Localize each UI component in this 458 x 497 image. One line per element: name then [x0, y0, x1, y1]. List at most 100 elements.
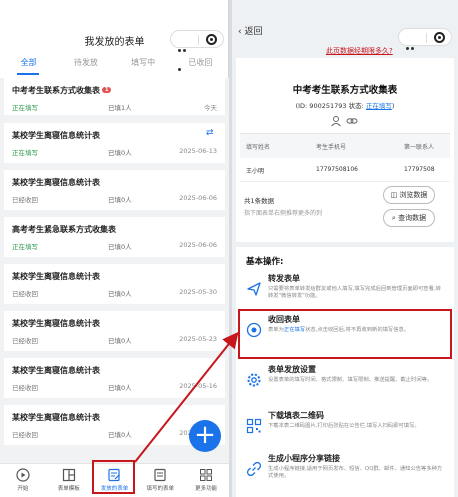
form-list: 中考考生联系方式收集表 1 正在填写 已填1人 今天 某校学生离寝信息统计表 ⇄ … [0, 78, 229, 463]
fill-count: 已填0人 [108, 337, 132, 345]
op-title: 转发表单 [268, 274, 300, 283]
highlight-box-nav [92, 460, 135, 494]
fill-count: 已填0人 [108, 149, 132, 157]
basic-operations-card: 基本操作: 转发表单 只需要将表单转发给群友或他人填写,填写完成后回到管理页面即… [236, 247, 454, 497]
template-icon [62, 468, 75, 482]
fill-count: 已填0人 [108, 243, 132, 251]
form-date: 2025-05-23 [179, 335, 217, 343]
browse-data-button[interactable]: ◫ 浏览数据 [383, 186, 435, 204]
search-icon: ⌕ [391, 214, 396, 222]
op-title: 下载填表二维码 [268, 411, 324, 420]
status-badge: 正在填写 [12, 243, 38, 251]
right-navbar: ‹ 返回 [232, 22, 458, 69]
op-desc: 只需要将表单转发给群友或他人填写,填写完成后回到管理页面即可查看,转转发"微信转… [268, 286, 441, 299]
form-card[interactable]: 某校学生离寝信息统计表 ⇄ 正在填写 已填0人 2025-06-13 [4, 123, 225, 163]
query-data-button[interactable]: ⌕ 查询数据 [383, 209, 435, 227]
form-date: 2025-06-06 [179, 194, 217, 202]
form-title: 中考考生联系方式收集表 [292, 85, 398, 96]
form-name: 某校学生离寝信息统计表 [12, 178, 100, 187]
back-button[interactable]: ‹ 返回 [238, 24, 262, 37]
more-icon[interactable] [406, 35, 420, 69]
form-name: 某校学生离寝信息统计表 [12, 319, 100, 328]
data-table: 填写姓名 考生手机号 第一联系人 王小明 17797508106 1779750… [240, 133, 450, 182]
form-card[interactable]: 高考考生紧急联系方式收集表 正在填写 已填0人 2025-06-06 [4, 217, 225, 257]
qrcode-icon [246, 418, 262, 434]
browse-label: 浏览数据 [399, 191, 428, 199]
nav-label: 开始 [17, 486, 29, 492]
status-badge: 正在填写 [12, 104, 38, 112]
tab-filling[interactable]: 填写中 [115, 57, 172, 75]
nav-label: 表单模板 [57, 486, 80, 492]
new-count-badge: 1 [102, 87, 112, 93]
screenshot-root: 我发放的表单 全部 待发放 填写中 已收回 中考考生联系方式收集表 1 正在填写 … [0, 0, 458, 497]
op-desc: 设置表单的填写时间、格式限制、填写限制、推送提醒、截止时间等。 [268, 377, 433, 383]
form-date: 2025-06-06 [179, 241, 217, 249]
form-name: 某校学生离寝信息统计表 [12, 272, 100, 281]
form-list-screen: 我发放的表单 全部 待发放 填写中 已收回 中考考生联系方式收集表 1 正在填写 … [0, 0, 229, 497]
add-form-button[interactable]: + [189, 420, 221, 452]
status-badge: 已经收回 [12, 384, 38, 392]
table-header-cell: 考生手机号 [316, 144, 347, 151]
link-icon [346, 118, 358, 124]
form-card[interactable]: 某校学生离寝信息统计表 已经收回 已填0人 2025-06-06 [4, 170, 225, 210]
status-badge: 已经收回 [12, 196, 38, 204]
fill-count: 已填0人 [108, 384, 132, 392]
table-header-cell: 填写姓名 [246, 144, 271, 151]
sync-icon[interactable]: ⇄ [206, 129, 217, 138]
total-count: 共1条数据 [244, 197, 275, 205]
status-badge: 正在填写 [12, 149, 38, 157]
form-card[interactable]: 某校学生离寝信息统计表 已经收回 已填0人 2025-05-23 [4, 311, 225, 351]
fill-count: 已填1人 [108, 104, 132, 112]
link-icon [246, 461, 262, 477]
back-label: 返回 [244, 27, 263, 37]
form-date: 2025-05-30 [179, 288, 217, 296]
active-tab-indicator [17, 73, 39, 75]
op-share-link[interactable]: 生成小程序分享链接 生成小程序链接,适用于网页发布、短信、QQ群、邮件、通知公告… [246, 453, 446, 497]
form-date: 2025-05-16 [179, 382, 217, 390]
operations-title: 基本操作: [246, 257, 284, 267]
fill-count: 已填0人 [108, 431, 132, 439]
form-manage-screen: ‹ 返回 此页数据经期限多久? 中考考生联系方式收集表 (ID: 9002517… [232, 0, 458, 497]
close-target-icon[interactable] [434, 32, 445, 43]
form-state-link[interactable]: 正在填写 [366, 102, 392, 110]
highlight-box-recall [238, 309, 452, 359]
form-name: 某校学生离寝信息统计表 [12, 131, 100, 140]
form-name: 高考考生紧急联系方式收集表 [12, 225, 116, 234]
op-download-qrcode[interactable]: 下载填表二维码 下载本表二维码图片,打印后张贴在公告栏,填写人扫码即可填写。 [246, 410, 446, 456]
form-id-line: (ID: 900251793 状态: 正在填写) [295, 102, 395, 110]
nav-start[interactable]: 开始 [0, 464, 46, 497]
owner-icons [331, 116, 358, 127]
nav-templates[interactable]: 表单模板 [46, 464, 92, 497]
gear-icon [247, 373, 261, 387]
op-desc: 下载本表二维码图片,打印后张贴在公告栏,填写人扫码即可填写。 [268, 423, 420, 429]
status-badge: 已经收回 [12, 290, 38, 298]
form-name: 某校学生离寝信息统计表 [12, 413, 100, 422]
close-target-icon[interactable] [206, 34, 217, 45]
form-info-card: 中考考生联系方式收集表 (ID: 900251793 状态: 正在填写) 填写姓… [236, 58, 454, 242]
form-card[interactable]: 某校学生离寝信息统计表 已经收回 已填0人 2025-05-16 [4, 358, 225, 398]
browse-icon: ◫ [390, 191, 398, 199]
tab-recalled[interactable]: 已收回 [172, 57, 229, 75]
table-row[interactable]: 王小明 17797508106 17797508 [240, 158, 450, 182]
nav-filled-forms[interactable]: 填写的表单 [137, 464, 183, 497]
op-form-settings[interactable]: 表单发放设置 设置表单的填写时间、格式限制、填写限制、推送提醒、截止时间等。 [246, 364, 446, 410]
data-retention-link[interactable]: 此页数据经期限多久? [326, 46, 393, 56]
form-date: 2025-06-13 [179, 147, 217, 155]
play-icon [16, 468, 30, 482]
form-date: 今天 [204, 104, 217, 112]
more-icon[interactable] [178, 37, 192, 71]
miniprogram-capsule[interactable] [170, 30, 224, 71]
form-card[interactable]: 某校学生离寝信息统计表 已经收回 已填0人 2025-05-30 [4, 264, 225, 304]
form-name: 中考考生联系方式收集表 1 [12, 85, 112, 96]
fill-count: 已填0人 [108, 196, 132, 204]
form-card[interactable]: 中考考生联系方式收集表 1 正在填写 已填1人 今天 [4, 78, 225, 115]
nav-more[interactable]: 更多功能 [183, 464, 229, 497]
tab-pending[interactable]: 待发放 [57, 57, 114, 75]
fill-count: 已填0人 [108, 290, 132, 298]
op-title: 表单发放设置 [268, 365, 316, 374]
miniprogram-capsule[interactable] [398, 28, 452, 69]
op-title: 生成小程序分享链接 [268, 454, 340, 463]
send-icon [247, 282, 261, 296]
table-cell: 17797508 [404, 166, 435, 173]
form-name: 某校学生离寝信息统计表 [12, 366, 100, 375]
